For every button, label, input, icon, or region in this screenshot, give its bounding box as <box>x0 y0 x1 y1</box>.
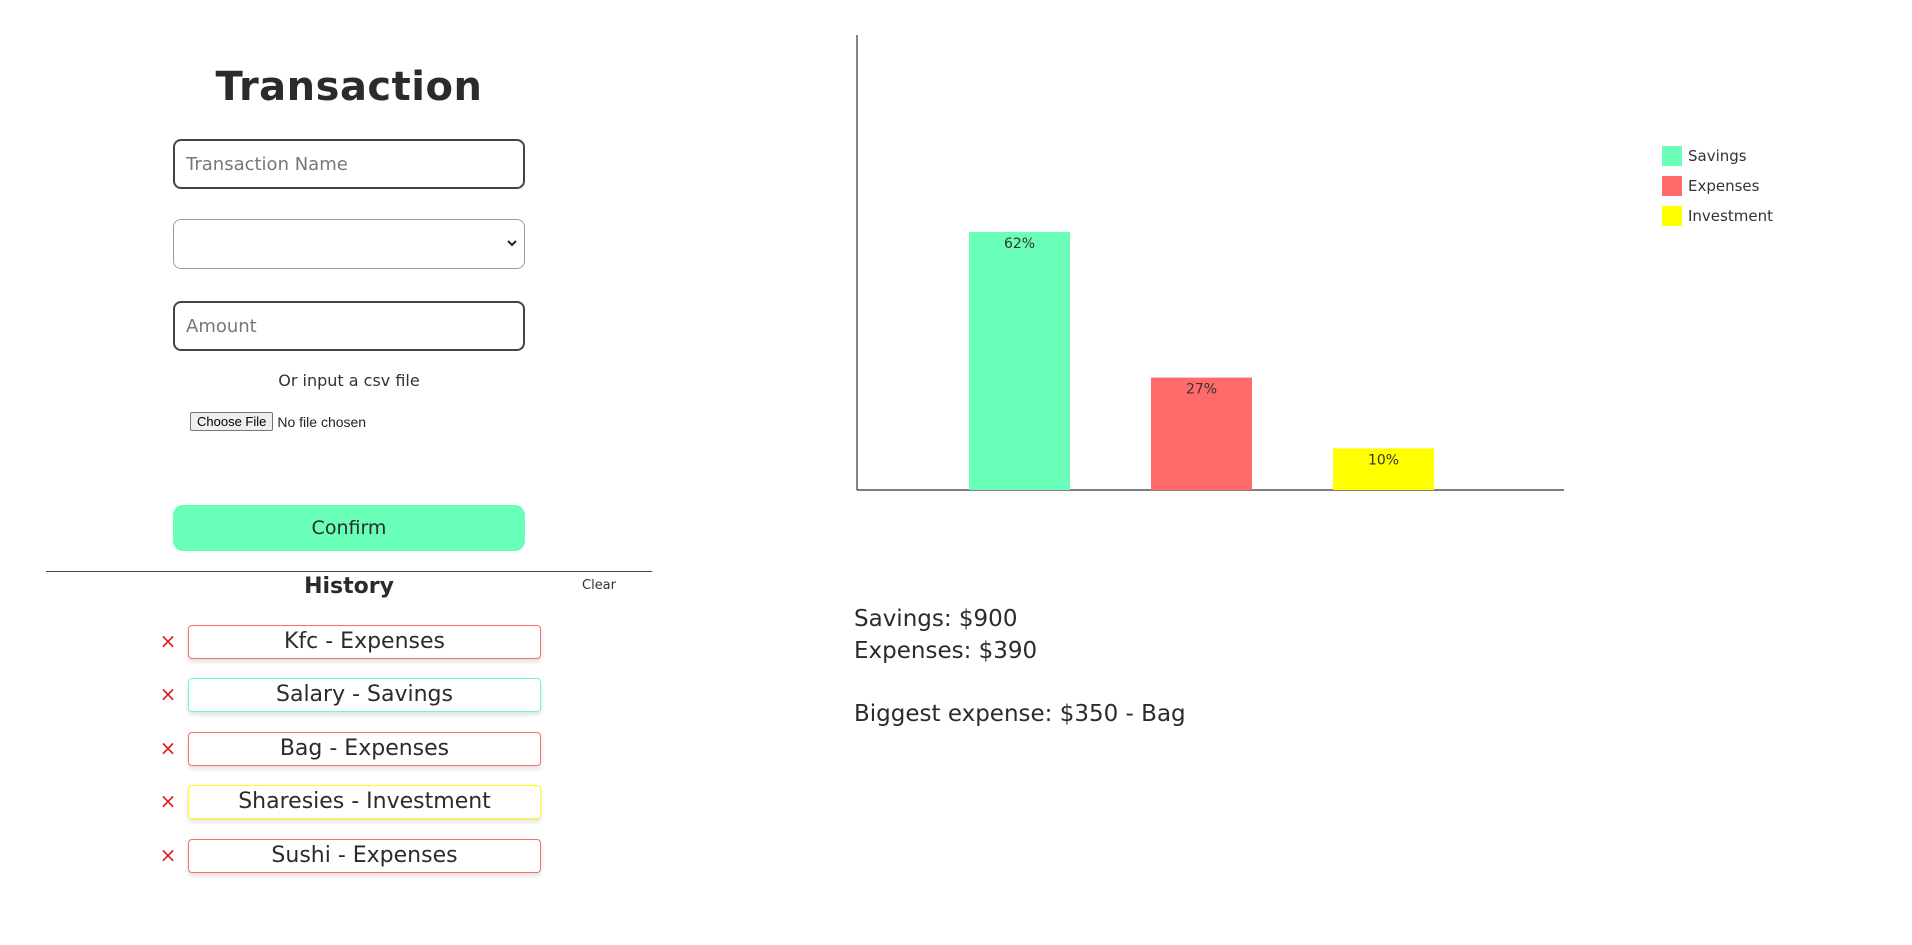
bar-chart: 62% 27% 10% <box>856 35 1564 491</box>
bar-savings <box>969 231 1070 491</box>
legend-item: Expenses <box>1662 176 1773 196</box>
expenses-total: Expenses: $390 <box>854 638 1038 664</box>
legend-label: Savings <box>1688 147 1747 165</box>
legend-label: Investment <box>1688 207 1773 225</box>
legend-item: Investment <box>1662 206 1773 226</box>
bar-data-label: 62% <box>1004 236 1035 252</box>
legend-swatch-savings <box>1662 146 1682 166</box>
legend-swatch-expenses <box>1662 176 1682 196</box>
bar-data-label: 10% <box>1368 452 1399 468</box>
biggest-expense: Biggest expense: $350 - Bag <box>854 701 1186 727</box>
legend-item: Savings <box>1662 146 1773 166</box>
chart-legend: Savings Expenses Investment <box>1662 146 1773 236</box>
legend-swatch-investment <box>1662 206 1682 226</box>
summary: Savings: $900 Expenses: $390 Biggest exp… <box>854 603 1186 730</box>
bar-data-label: 27% <box>1186 382 1217 398</box>
savings-total: Savings: $900 <box>854 606 1018 632</box>
legend-label: Expenses <box>1688 177 1760 195</box>
